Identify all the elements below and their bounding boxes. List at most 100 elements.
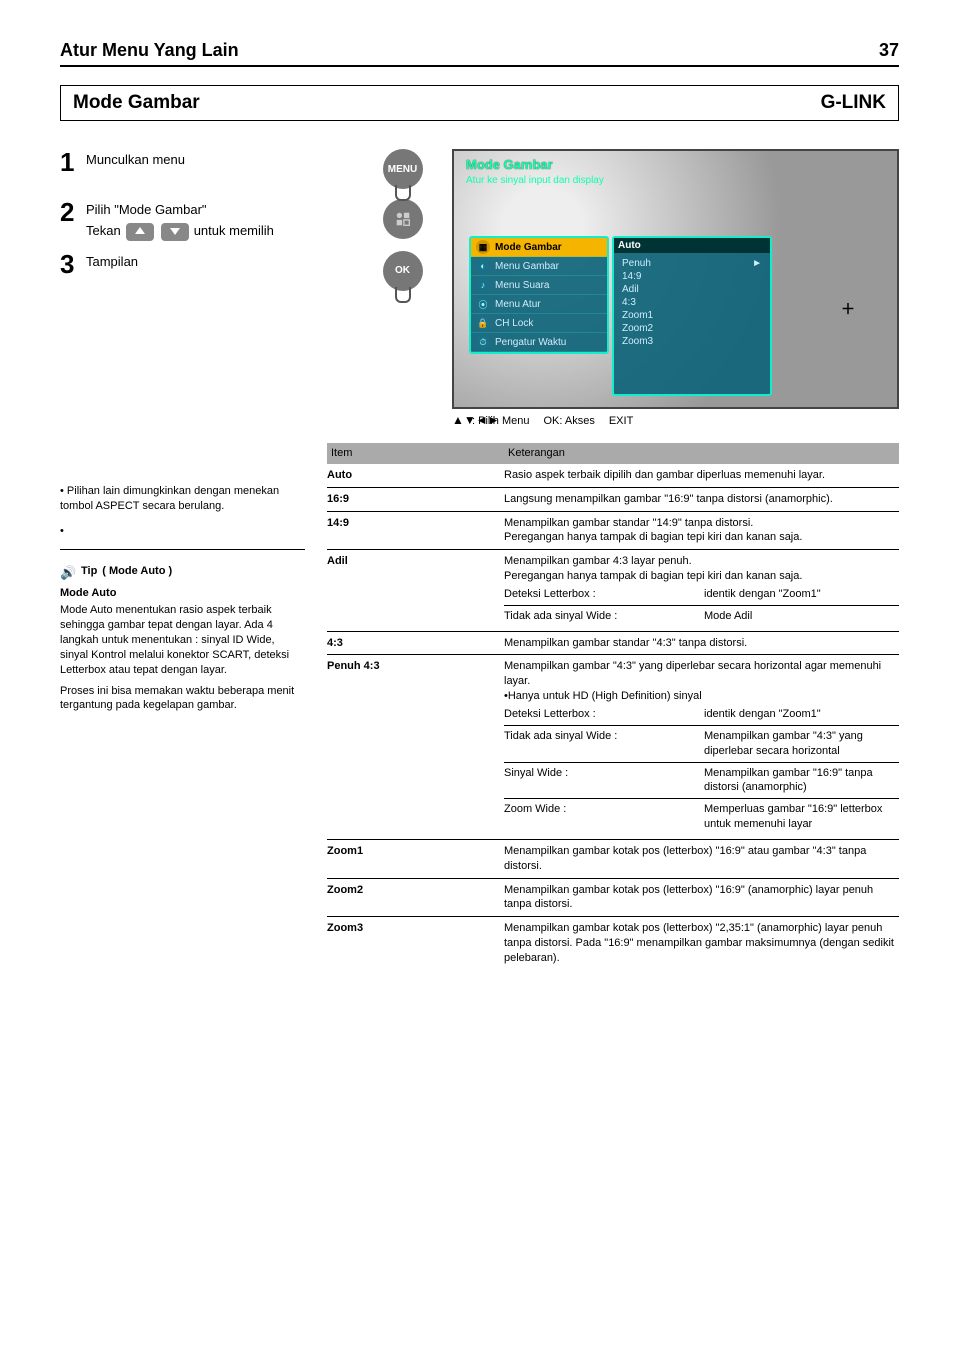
table-row-auto: Auto Rasio aspek terbaik dipilih dan gam… bbox=[327, 464, 899, 488]
row-item-149: 14:9 bbox=[327, 512, 504, 550]
osd-wide-row-2[interactable]: Adil bbox=[622, 283, 762, 296]
adil-sub-2-value: Mode Adil bbox=[704, 606, 899, 627]
osd-wide-row-6[interactable]: Zoom3 bbox=[622, 335, 762, 348]
osd-right-title: Auto bbox=[614, 238, 770, 253]
osd-subtitle: Atur ke sinyal input dan display bbox=[466, 175, 604, 186]
row-item-169: 16:9 bbox=[327, 488, 504, 511]
table-row-adil: Adil Menampilkan gambar 4:3 layar penuh.… bbox=[327, 550, 899, 631]
osd-left-label-1: Menu Gambar bbox=[495, 261, 559, 272]
sound-icon: ♪ bbox=[476, 278, 490, 292]
step-2-note-1: Tekan bbox=[86, 223, 121, 240]
row-item-zoom3: Zoom3 bbox=[327, 917, 504, 970]
menu-button-icon: MENU bbox=[383, 149, 423, 189]
penuh-sub-2-label: Tidak ada sinyal Wide : bbox=[504, 726, 704, 762]
section-title-box: Mode Gambar G-LINK bbox=[60, 85, 899, 121]
osd-left-item-5[interactable]: ⏱Pengatur Waktu bbox=[471, 333, 607, 352]
row-desc-zoom1: Menampilkan gambar kotak pos (letterbox)… bbox=[504, 840, 899, 878]
osd-left-label-0: Mode Gambar bbox=[495, 242, 562, 253]
osd-title: Mode Gambar bbox=[466, 157, 553, 172]
plus-crosshair-icon: ＋ bbox=[841, 299, 855, 319]
osd-left-item-2[interactable]: ♪ Menu Suara bbox=[471, 276, 607, 295]
osd-wide-row-1[interactable]: 14:9 bbox=[622, 270, 762, 283]
step-number-1: 1 bbox=[60, 149, 80, 175]
row-item-penuh43: Penuh 4:3 bbox=[327, 655, 504, 838]
hint-2: OK: Akses bbox=[543, 415, 594, 427]
four-square-icon bbox=[383, 199, 423, 239]
osd-left-item-3[interactable]: ⦿Menu Atur bbox=[471, 295, 607, 314]
row-item-zoom1: Zoom1 bbox=[327, 840, 504, 878]
row-item-zoom2: Zoom2 bbox=[327, 879, 504, 917]
step-2-text-2: "Mode Gambar" bbox=[114, 202, 206, 217]
row-desc-penuh43-l2: •Hanya untuk HD (High Definition) sinyal bbox=[504, 689, 899, 704]
row-desc-auto: Rasio aspek terbaik dipilih dan gambar d… bbox=[504, 464, 899, 487]
table-row-zoom1: Zoom1 Menampilkan gambar kotak pos (lett… bbox=[327, 840, 899, 879]
penuh-sub-2-value: Menampilkan gambar "4:3" yang diperlebar… bbox=[704, 726, 899, 762]
row-desc-adil-l1: Menampilkan gambar 4:3 layar penuh. bbox=[504, 554, 899, 569]
tip-heading-label: Tip bbox=[81, 564, 97, 579]
note-bullet-1: • Pilihan lain dimungkinkan dengan menek… bbox=[60, 484, 305, 514]
row-desc-169: Langsung menampilkan gambar "16:9" tanpa… bbox=[504, 488, 899, 511]
hint-3: EXIT bbox=[609, 415, 633, 427]
section-title-right: G-LINK bbox=[821, 92, 886, 114]
osd-left-label-2: Menu Suara bbox=[495, 280, 549, 291]
note-bullet-2: • bbox=[60, 524, 305, 539]
adil-sub-1-label: Deteksi Letterbox : bbox=[504, 584, 704, 605]
row-item-auto: Auto bbox=[327, 464, 504, 487]
page-title: Atur Menu Yang Lain bbox=[60, 40, 239, 61]
penuh-sub-1-value: identik dengan "Zoom1" bbox=[704, 704, 899, 725]
osd-wide-row-5[interactable]: Zoom2 bbox=[622, 322, 762, 335]
osd-left-label-3: Menu Atur bbox=[495, 299, 541, 310]
osd-wide-row-3[interactable]: 4:3 bbox=[622, 296, 762, 309]
page-number: 37 bbox=[879, 40, 899, 61]
step-2-note-2: untuk memilih bbox=[194, 223, 274, 240]
tip-auto-body: Mode Auto menentukan rasio aspek terbaik… bbox=[60, 603, 305, 677]
adil-sub-2-label: Tidak ada sinyal Wide : bbox=[504, 606, 704, 627]
osd-left-label-4: CH Lock bbox=[495, 318, 533, 329]
ok-button-icon: OK bbox=[383, 251, 423, 291]
table-row-zoom2: Zoom2 Menampilkan gambar kotak pos (lett… bbox=[327, 879, 899, 918]
tip-note: Proses ini bisa memakan waktu beberapa m… bbox=[60, 684, 305, 714]
row-item-43: 4:3 bbox=[327, 632, 504, 655]
table-row-zoom3: Zoom3 Menampilkan gambar kotak pos (lett… bbox=[327, 917, 899, 970]
osd-left-menu: ▦ Mode Gambar ◐ Menu Gambar ♪ Menu Suara ⦿… bbox=[469, 236, 609, 354]
step-2-text-1: Pilih bbox=[86, 202, 111, 217]
row-desc-149-l1: Menampilkan gambar standar "14:9" tanpa … bbox=[504, 516, 899, 531]
osd-left-item-4[interactable]: 🔒 CH Lock bbox=[471, 314, 607, 333]
up-arrow-icon bbox=[126, 223, 154, 241]
row-desc-adil-l2: Peregangan hanya tampak di bagian tepi k… bbox=[504, 569, 899, 584]
row-desc-zoom2: Menampilkan gambar kotak pos (letterbox)… bbox=[504, 879, 899, 917]
step-number-3: 3 bbox=[60, 251, 80, 277]
dpad-icon: ▲▼◄► bbox=[452, 413, 468, 429]
tip-auto-title: Mode Auto bbox=[60, 586, 305, 601]
penuh-sub-1-label: Deteksi Letterbox : bbox=[504, 704, 704, 725]
speaker-icon bbox=[60, 564, 76, 580]
osd-left-item-0[interactable]: ▦ Mode Gambar bbox=[471, 238, 607, 257]
penuh-sub-3-value: Menampilkan gambar "16:9" tanpa distorsi… bbox=[704, 763, 899, 799]
osd-left-item-1[interactable]: ◐ Menu Gambar bbox=[471, 257, 607, 276]
row-item-adil: Adil bbox=[327, 550, 504, 630]
penuh-sub-3-label: Sinyal Wide : bbox=[504, 763, 704, 799]
timer-icon: ⏱ bbox=[476, 335, 490, 349]
row-desc-penuh43-l1: Menampilkan gambar "4:3" yang diperlebar… bbox=[504, 659, 899, 689]
osd-hints: ▲▼◄► : Pilih Menu OK: Akses EXIT bbox=[452, 413, 899, 429]
table-row-penuh-4-3: Penuh 4:3 Menampilkan gambar "4:3" yang … bbox=[327, 655, 899, 839]
osd-wide-row-4[interactable]: Zoom1 bbox=[622, 309, 762, 322]
osd-wide-row-0[interactable]: Penuh► bbox=[622, 257, 762, 270]
th-item: Item bbox=[331, 446, 508, 461]
step-3-text: Tampilan bbox=[86, 251, 369, 271]
hint-1: : Pilih Menu bbox=[472, 415, 529, 427]
osd-right-menu: Auto Penuh► 14:9 Adil 4:3 Zoom1 Zoom2 Zo… bbox=[612, 236, 772, 396]
row-desc-zoom3: Menampilkan gambar kotak pos (letterbox)… bbox=[504, 917, 899, 970]
row-desc-149-l2: Peregangan hanya tampak di bagian tepi k… bbox=[504, 530, 899, 545]
tip-heading-sound: ( Mode Auto ) bbox=[102, 564, 172, 579]
osd-screenshot: Mode Gambar Atur ke sinyal input dan dis… bbox=[452, 149, 899, 409]
table-row-16-9: 16:9 Langsung menampilkan gambar "16:9" … bbox=[327, 488, 899, 512]
picture-icon: ◐ bbox=[476, 259, 490, 273]
lock-icon: 🔒 bbox=[476, 316, 490, 330]
step-number-2: 2 bbox=[60, 199, 80, 225]
th-desc: Keterangan bbox=[508, 446, 565, 461]
table-header: Item Keterangan bbox=[327, 443, 899, 464]
table-row-4-3: 4:3 Menampilkan gambar standar "4:3" tan… bbox=[327, 632, 899, 656]
adil-sub-1-value: identik dengan "Zoom1" bbox=[704, 584, 899, 605]
down-arrow-icon bbox=[161, 223, 189, 241]
